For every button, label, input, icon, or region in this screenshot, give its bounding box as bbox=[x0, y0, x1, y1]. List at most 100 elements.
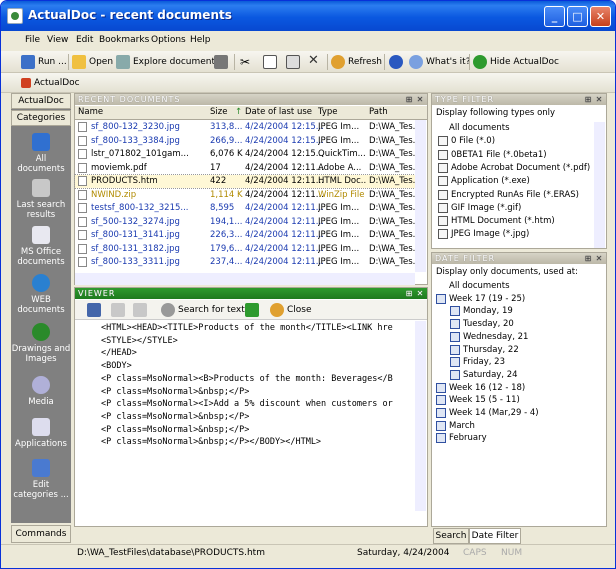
col-path[interactable]: Path bbox=[369, 107, 388, 117]
category-last-search[interactable]: Last search results bbox=[11, 179, 71, 220]
category-media[interactable]: Media bbox=[11, 376, 71, 407]
media-icon bbox=[32, 376, 50, 394]
date-filter-item[interactable]: Week 15 (5 - 11) bbox=[436, 395, 520, 406]
delete-icon[interactable]: ✕ bbox=[308, 53, 319, 68]
category-web[interactable]: WEB documents bbox=[11, 274, 71, 315]
table-row[interactable]: NWIND.zip 1,114 K 4/24/2004 12:11... WinZip… bbox=[75, 189, 421, 202]
table-row[interactable]: moviemk.pdf 17 4/24/2004 12:11... Adobe A..… bbox=[75, 162, 421, 175]
category-ms-office[interactable]: MS Office documents bbox=[11, 226, 71, 267]
vertical-scrollbar[interactable] bbox=[415, 120, 426, 272]
type-filter-item[interactable]: HTML Document (*.htm) bbox=[438, 216, 555, 227]
horizontal-scrollbar[interactable] bbox=[75, 273, 415, 285]
date-filter-item[interactable]: Week 16 (12 - 18) bbox=[436, 382, 525, 393]
menu-options[interactable]: Options bbox=[151, 35, 186, 45]
title-bar[interactable]: ActualDoc - recent documents _ □ ✕ bbox=[1, 1, 615, 31]
date-filter-item[interactable]: Friday, 23 bbox=[450, 357, 505, 368]
menu-file[interactable]: File bbox=[25, 35, 40, 45]
viewer-scrollbar[interactable] bbox=[415, 321, 426, 511]
cell-size: 313,8... bbox=[210, 122, 243, 132]
type-filter-item[interactable]: All documents bbox=[449, 123, 510, 133]
table-row[interactable]: testsf_800-132_3215... 8,595 4/24/2004 12:… bbox=[75, 202, 421, 215]
code-viewer[interactable]: <HTML><HEAD><TITLE>Products of the month… bbox=[89, 321, 414, 511]
date-filter-item[interactable]: Saturday, 24 bbox=[450, 369, 518, 380]
run-button[interactable]: Run ... bbox=[21, 53, 67, 71]
date-filter-item[interactable]: February bbox=[436, 433, 487, 444]
maximize-button[interactable]: □ bbox=[567, 6, 588, 27]
tab-categories[interactable]: Categories bbox=[11, 110, 71, 126]
category-drawings[interactable]: Drawings and Images bbox=[11, 323, 71, 364]
table-row[interactable]: sf_800-131_3182.jpg 179,6... 4/24/2004 12:… bbox=[75, 243, 421, 256]
menu-help[interactable]: Help bbox=[190, 35, 211, 45]
find-icon[interactable] bbox=[111, 303, 125, 317]
help-icon[interactable] bbox=[389, 55, 403, 69]
menu-edit[interactable]: Edit bbox=[76, 35, 93, 45]
close-icon[interactable]: ✕ bbox=[415, 288, 426, 299]
search-text-button[interactable]: Search for text ... bbox=[161, 301, 256, 319]
col-date[interactable]: Date of last use bbox=[245, 107, 312, 117]
menu-view[interactable]: View bbox=[47, 35, 68, 45]
type-filter-item[interactable]: Encrypted RunAs File (*.ERAS) bbox=[438, 189, 579, 200]
date-filter-item[interactable]: Monday, 19 bbox=[450, 306, 513, 317]
commands-tab[interactable]: Commands bbox=[11, 525, 71, 543]
date-filter-item[interactable]: Wednesday, 21 bbox=[450, 331, 528, 342]
whats-it-button[interactable]: What's it? bbox=[409, 53, 470, 71]
date-filter-item[interactable]: Week 14 (Mar,29 - 4) bbox=[436, 408, 539, 418]
cell-type: Adobe A... bbox=[318, 162, 362, 173]
date-filter-item[interactable]: Week 17 (19 - 25) bbox=[436, 293, 525, 304]
tab-date-filter[interactable]: Date Filter bbox=[469, 528, 521, 544]
type-filter-item[interactable]: Adobe Acrobat Document (*.pdf) bbox=[438, 162, 590, 173]
print-icon[interactable] bbox=[214, 55, 228, 69]
tab-actualdoc[interactable]: ActualDoc bbox=[11, 93, 71, 109]
viewer-close-button[interactable]: Close bbox=[270, 301, 312, 319]
type-filter-item[interactable]: 0BETA1 File (*.0beta1) bbox=[438, 149, 547, 160]
word-wrap-icon[interactable] bbox=[245, 303, 259, 317]
col-type[interactable]: Type bbox=[318, 107, 338, 117]
menu-bookmarks[interactable]: Bookmarks bbox=[99, 35, 149, 45]
close-icon[interactable]: ✕ bbox=[594, 253, 605, 264]
table-row[interactable]: PRODUCTS.htm 422 4/24/2004 12:11... HTML Do… bbox=[74, 174, 421, 189]
explore-icon bbox=[116, 55, 130, 69]
open-button[interactable]: Open bbox=[72, 53, 113, 71]
pin-icon[interactable]: ⊞ bbox=[404, 288, 415, 299]
table-row[interactable]: sf_800-131_3141.jpg 226,3... 4/24/2004 12:… bbox=[75, 229, 421, 242]
edit-icon bbox=[32, 459, 50, 477]
find-next-icon[interactable] bbox=[133, 303, 147, 317]
table-row[interactable]: lstr_071802_101gam... 6,076 K 4/24/2004 12… bbox=[75, 148, 421, 161]
pin-icon[interactable]: ⊞ bbox=[583, 94, 594, 105]
type-filter-item[interactable]: Application (*.exe) bbox=[438, 176, 530, 187]
explore-button[interactable]: Explore document ... bbox=[116, 53, 227, 71]
date-filter-item[interactable]: Tuesday, 20 bbox=[450, 319, 514, 330]
paste-icon[interactable] bbox=[286, 55, 300, 69]
category-edit[interactable]: Edit categories ... bbox=[11, 459, 71, 500]
save-icon[interactable] bbox=[87, 303, 101, 317]
copy-icon[interactable] bbox=[263, 55, 277, 69]
cut-icon[interactable]: ✂ bbox=[240, 55, 250, 69]
hide-button[interactable]: Hide ActualDoc bbox=[473, 53, 559, 71]
minimize-button[interactable]: _ bbox=[544, 6, 565, 27]
tab-search[interactable]: Search bbox=[433, 528, 469, 544]
close-button[interactable]: ✕ bbox=[590, 6, 611, 27]
category-all-documents[interactable]: All documents bbox=[11, 133, 71, 174]
date-filter-item[interactable]: All documents bbox=[449, 281, 510, 291]
type-filter-item[interactable]: 0 File (*.0) bbox=[438, 136, 495, 147]
table-row[interactable]: sf_800-132_3230.jpg 313,8... 4/24/2004 12:… bbox=[75, 121, 421, 134]
date-filter-item[interactable]: Thursday, 22 bbox=[450, 344, 519, 355]
type-filter-item[interactable]: GIF Image (*.gif) bbox=[438, 202, 521, 213]
close-icon[interactable]: ✕ bbox=[415, 94, 426, 105]
refresh-button[interactable]: Refresh bbox=[331, 53, 382, 71]
date-filter-item[interactable]: March bbox=[436, 420, 475, 431]
type-filter-item[interactable]: JPEG Image (*.jpg) bbox=[438, 229, 529, 240]
col-name[interactable]: Name bbox=[78, 107, 103, 117]
pin-icon[interactable]: ⊞ bbox=[404, 94, 415, 105]
table-row[interactable]: sf_500-132_3274.jpg 194,1... 4/24/2004 12:… bbox=[75, 216, 421, 229]
table-row[interactable]: sf_800-133_3384.jpg 266,9... 4/24/2004 12:… bbox=[75, 135, 421, 148]
table-row[interactable]: sf_800-133_3311.jpg 237,4... 4/24/2004 12:… bbox=[75, 256, 421, 269]
close-icon[interactable]: ✕ bbox=[594, 94, 605, 105]
pin-icon[interactable]: ⊞ bbox=[583, 253, 594, 264]
date-filter-header: Date Filter ⊞ ✕ bbox=[432, 253, 606, 264]
col-size[interactable]: Size bbox=[210, 107, 227, 117]
open-label: Open bbox=[89, 57, 114, 67]
type-scrollbar[interactable] bbox=[594, 122, 605, 248]
category-applications[interactable]: Applications bbox=[11, 418, 71, 449]
actualdoc-breadcrumb[interactable]: ActualDoc bbox=[21, 74, 80, 92]
